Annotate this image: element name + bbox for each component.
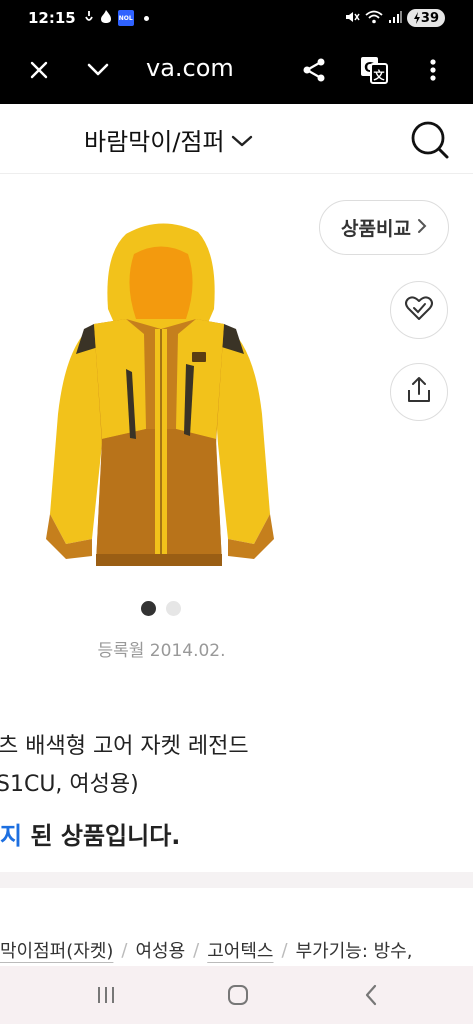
status-bar: 12:15 NOL 39 [0, 0, 473, 36]
spec-list: 막이점퍼(자켓) / 여성용 / 고어텍스 / 부가기능: 방수, [0, 937, 412, 963]
signal-icon [388, 10, 402, 27]
spec-item-features: 부가기능: 방수, [295, 941, 413, 962]
chevron-down-icon[interactable] [78, 50, 118, 90]
vibrate-icon [84, 10, 94, 27]
product-status: 지 된 상품입니다. [0, 816, 180, 851]
spec-item-gender: 여성용 [135, 941, 186, 962]
search-icon[interactable] [410, 120, 450, 160]
system-nav-bar [0, 966, 473, 1024]
product-image[interactable] [36, 214, 286, 574]
spec-separator: / [193, 939, 200, 961]
url-text[interactable]: va.com [146, 54, 234, 82]
heart-check-icon [404, 294, 434, 326]
pager-dot[interactable] [166, 601, 181, 616]
status-accent: 지 [0, 822, 23, 850]
spec-item-category[interactable]: 막이점퍼(자켓) [0, 937, 113, 963]
flame-icon [100, 9, 112, 27]
svg-text:文: 文 [374, 68, 386, 82]
page: 12:15 NOL 39 va.com G 文 바람막이/점퍼 상품비교 등록월… [0, 0, 473, 1024]
share-icon[interactable] [294, 50, 334, 90]
gallery-pager[interactable] [141, 601, 181, 616]
status-left-icons: NOL [84, 9, 149, 27]
wifi-icon [365, 10, 383, 27]
chevron-right-icon [417, 217, 427, 239]
more-vertical-icon[interactable] [413, 50, 453, 90]
compare-button[interactable]: 상품비교 [319, 200, 449, 255]
status-text: 된 상품입니다. [22, 822, 181, 850]
product-title-line1: 츠 배색형 고어 자켓 레전드 [0, 734, 249, 759]
back-icon[interactable] [356, 980, 386, 1010]
nol-app-icon: NOL [117, 10, 134, 26]
registration-date: 등록월 2014.02. [97, 641, 226, 661]
chevron-down-icon [231, 126, 253, 154]
mute-icon [344, 10, 360, 27]
battery-level: 39 [420, 10, 439, 26]
share-button[interactable] [390, 363, 448, 421]
pager-dot-active[interactable] [141, 601, 156, 616]
wishlist-button[interactable] [390, 281, 448, 339]
spec-separator: / [281, 939, 288, 961]
compare-label: 상품비교 [341, 218, 411, 240]
status-time: 12:15 [28, 9, 76, 27]
battery-charging-icon: 39 [406, 9, 445, 27]
notification-dot-icon [143, 15, 149, 21]
category-header: 바람막이/점퍼 [0, 104, 473, 174]
recent-apps-icon[interactable] [91, 980, 121, 1010]
spec-separator: / [121, 939, 128, 961]
product-title-line2: S1CU, 여성용) [0, 772, 139, 797]
close-icon[interactable] [19, 50, 59, 90]
browser-toolbar: va.com G文 [0, 36, 473, 104]
spec-item-material[interactable]: 고어텍스 [207, 937, 273, 963]
status-right-icons: 39 [344, 9, 445, 27]
category-title: 바람막이/점퍼 [84, 128, 225, 156]
home-icon[interactable] [223, 980, 253, 1010]
category-dropdown[interactable]: 바람막이/점퍼 [84, 122, 253, 157]
translate-icon[interactable]: G文 [354, 50, 394, 90]
upload-share-icon [404, 375, 434, 409]
section-divider [0, 872, 473, 888]
